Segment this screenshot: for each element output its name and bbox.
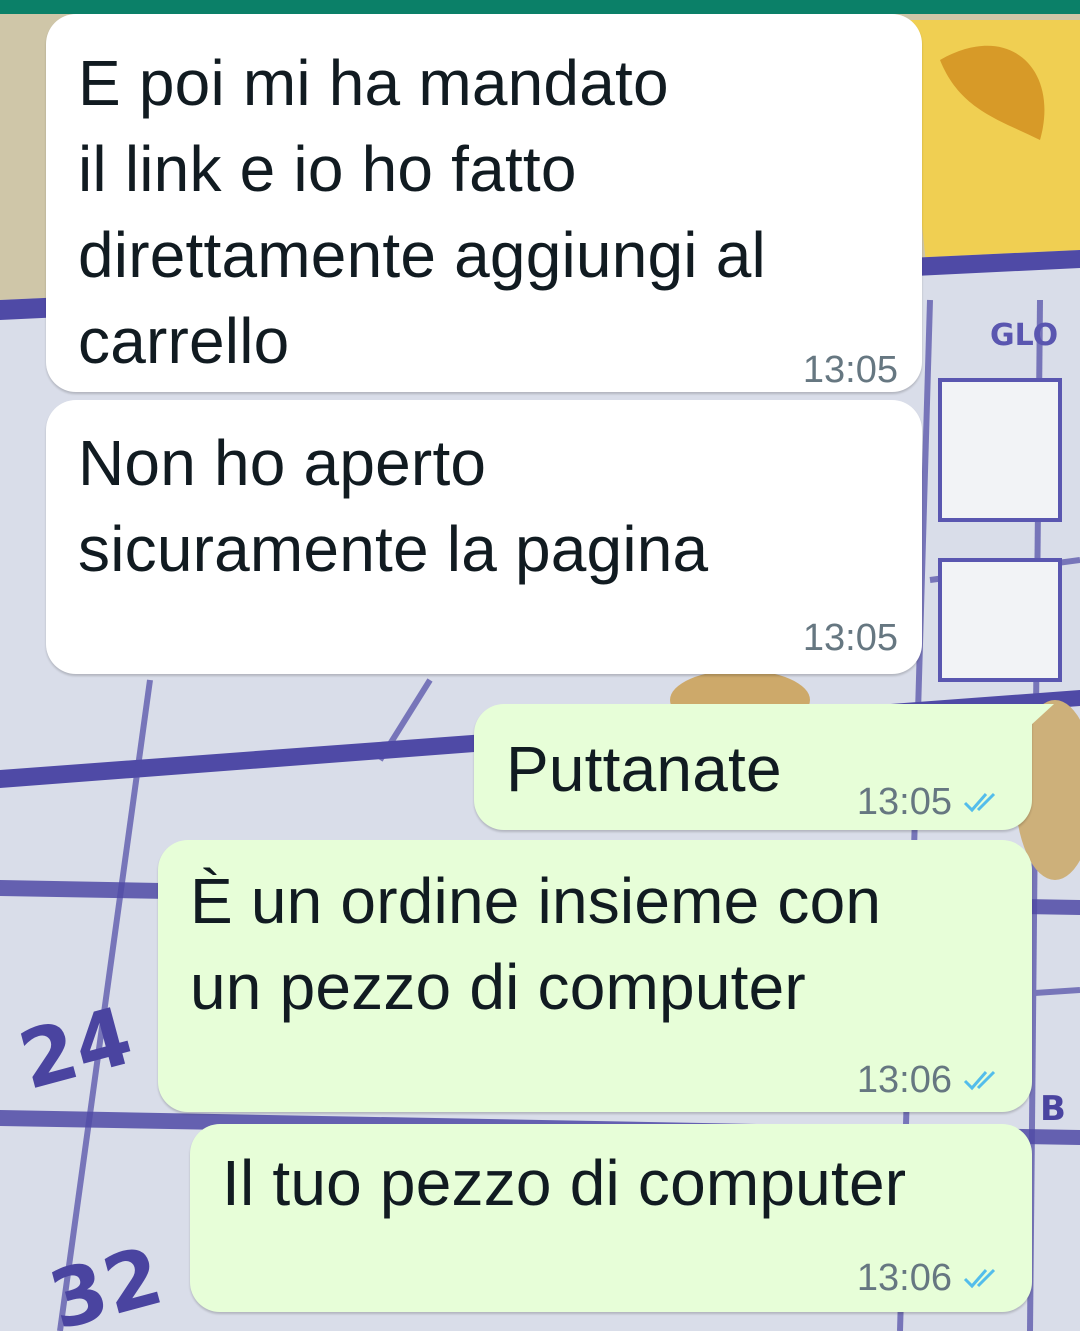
app-header-strip	[0, 0, 1080, 14]
read-double-check-icon	[963, 1268, 996, 1289]
message-text: È un ordine insieme con un pezzo di comp…	[190, 865, 882, 1023]
message-meta: 13:05	[803, 618, 898, 658]
read-double-check-icon	[963, 792, 996, 813]
message-text: E poi mi ha mandato il link e io ho fatt…	[78, 47, 766, 377]
message-meta: 13:05	[857, 782, 1004, 822]
message-meta: 13:05	[803, 350, 898, 390]
message-time: 13:05	[802, 617, 898, 659]
message-bubble-outgoing[interactable]: È un ordine insieme con un pezzo di comp…	[158, 840, 1032, 1112]
message-text: Il tuo pezzo di computer	[222, 1147, 907, 1219]
message-text: Puttanate	[506, 733, 782, 805]
message-time: 13:05	[856, 781, 952, 823]
read-double-check-icon	[963, 1070, 996, 1091]
message-time: 13:06	[856, 1059, 952, 1101]
message-time: 13:06	[856, 1257, 952, 1299]
message-time: 13:05	[802, 349, 898, 391]
message-text: Non ho aperto sicuramente la pagina	[78, 427, 709, 585]
message-bubble-outgoing[interactable]: Il tuo pezzo di computer 13:06	[190, 1124, 1032, 1312]
wallpaper-text-glo: GLO	[990, 318, 1058, 353]
wallpaper-letter-b: B	[1040, 1089, 1066, 1129]
message-meta: 13:06	[857, 1258, 1004, 1298]
message-bubble-incoming[interactable]: E poi mi ha mandato il link e io ho fatt…	[46, 14, 922, 392]
message-bubble-outgoing[interactable]: Puttanate 13:05	[474, 704, 1032, 830]
outgoing-bubble-tail	[1030, 704, 1054, 726]
message-meta: 13:06	[857, 1060, 1004, 1100]
message-bubble-incoming[interactable]: Non ho aperto sicuramente la pagina 13:0…	[46, 400, 922, 674]
